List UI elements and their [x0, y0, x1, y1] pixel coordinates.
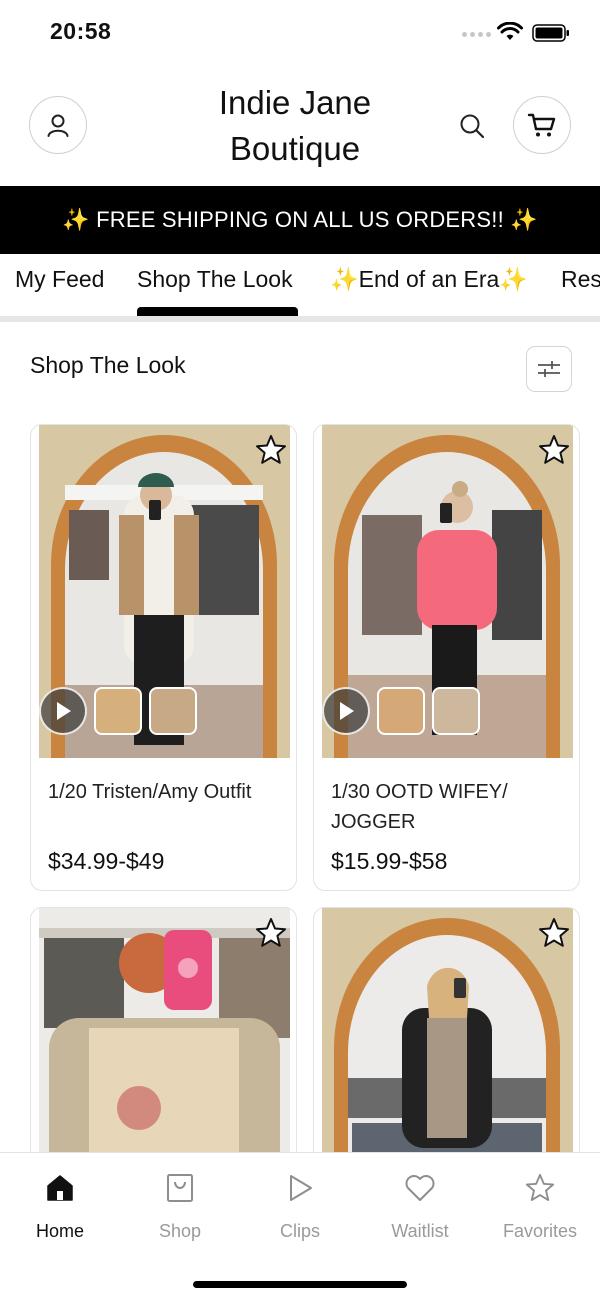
heart-icon	[405, 1175, 435, 1201]
look-thumbnail[interactable]	[149, 687, 197, 735]
nav-label: Shop	[158, 1221, 202, 1241]
category-tabs: My Feed Shop The Look ✨End of an Era✨ Re…	[0, 254, 600, 316]
favorite-button[interactable]	[537, 916, 571, 950]
nav-label: Favorites	[502, 1221, 578, 1241]
video-play-button[interactable]	[322, 687, 370, 735]
bottom-navigation: Home Shop Clips Waitlist Favorites	[0, 1152, 600, 1299]
product-card[interactable]: 1/20 Tristen/Amy Outfit $34.99-$49	[30, 424, 297, 891]
cart-button[interactable]	[513, 96, 571, 154]
home-indicator	[193, 1281, 407, 1288]
wifi-icon	[497, 22, 523, 40]
look-thumbnail[interactable]	[94, 687, 142, 735]
star-icon	[256, 918, 286, 947]
person-icon	[47, 114, 69, 137]
promo-banner: ✨ FREE SHIPPING ON ALL US ORDERS!! ✨	[0, 186, 600, 254]
product-title[interactable]: 1/30 OOTD WIFEY/ JOGGER	[331, 777, 566, 837]
nav-waitlist[interactable]: Waitlist	[360, 1169, 480, 1242]
product-card[interactable]: 1/30 OOTD WIFEY/ JOGGER $15.99-$58	[313, 424, 580, 891]
play-icon	[57, 702, 71, 720]
tab-res[interactable]: Res	[561, 266, 600, 293]
section-title: Shop The Look	[30, 352, 186, 378]
tab-my-feed[interactable]: My Feed	[15, 266, 104, 293]
nav-label: Home	[35, 1221, 84, 1241]
status-time: 20:58	[50, 18, 112, 44]
nav-label: Clips	[279, 1221, 320, 1241]
favorite-button[interactable]	[254, 916, 288, 950]
tabs-divider	[0, 316, 600, 322]
account-button[interactable]	[29, 96, 87, 154]
video-play-button[interactable]	[39, 687, 87, 735]
tab-shop-the-look[interactable]: Shop The Look	[137, 266, 293, 293]
sliders-icon	[538, 361, 560, 377]
star-icon	[256, 435, 286, 464]
product-price: $34.99-$49	[48, 848, 165, 874]
search-button[interactable]	[456, 110, 488, 142]
nav-label: Waitlist	[391, 1221, 449, 1241]
play-icon	[340, 702, 354, 720]
product-image	[39, 425, 290, 758]
play-icon	[290, 1175, 312, 1201]
star-icon	[525, 1173, 555, 1201]
cart-icon	[527, 113, 556, 137]
star-icon	[539, 435, 569, 464]
signal-dots-icon	[462, 32, 491, 37]
favorite-button[interactable]	[254, 433, 288, 467]
app-header: Indie Jane Boutique	[0, 66, 600, 186]
look-thumbnail[interactable]	[432, 687, 480, 735]
nav-favorites[interactable]: Favorites	[480, 1169, 600, 1242]
nav-shop[interactable]: Shop	[120, 1169, 240, 1242]
status-bar: 20:58	[0, 0, 600, 66]
nav-clips[interactable]: Clips	[240, 1169, 360, 1242]
battery-icon	[532, 24, 569, 42]
home-icon	[47, 1175, 73, 1201]
brand-line-2: Boutique	[229, 130, 361, 167]
product-image	[322, 425, 573, 758]
favorite-button[interactable]	[537, 433, 571, 467]
brand-logo[interactable]: Indie Jane Boutique	[180, 80, 410, 172]
promo-text: ✨ FREE SHIPPING ON ALL US ORDERS!! ✨	[62, 207, 538, 232]
shopping-bag-icon	[167, 1174, 193, 1202]
brand-line-1: Indie Jane	[218, 84, 372, 121]
nav-home[interactable]: Home	[0, 1169, 120, 1242]
search-icon	[460, 114, 485, 139]
star-icon	[539, 918, 569, 947]
tab-end-of-an-era[interactable]: ✨End of an Era✨	[330, 266, 528, 293]
active-tab-indicator	[137, 307, 298, 316]
product-price: $15.99-$58	[331, 848, 448, 874]
look-thumbnail[interactable]	[377, 687, 425, 735]
product-title[interactable]: 1/20 Tristen/Amy Outfit	[48, 777, 283, 807]
filter-button[interactable]	[526, 346, 572, 392]
